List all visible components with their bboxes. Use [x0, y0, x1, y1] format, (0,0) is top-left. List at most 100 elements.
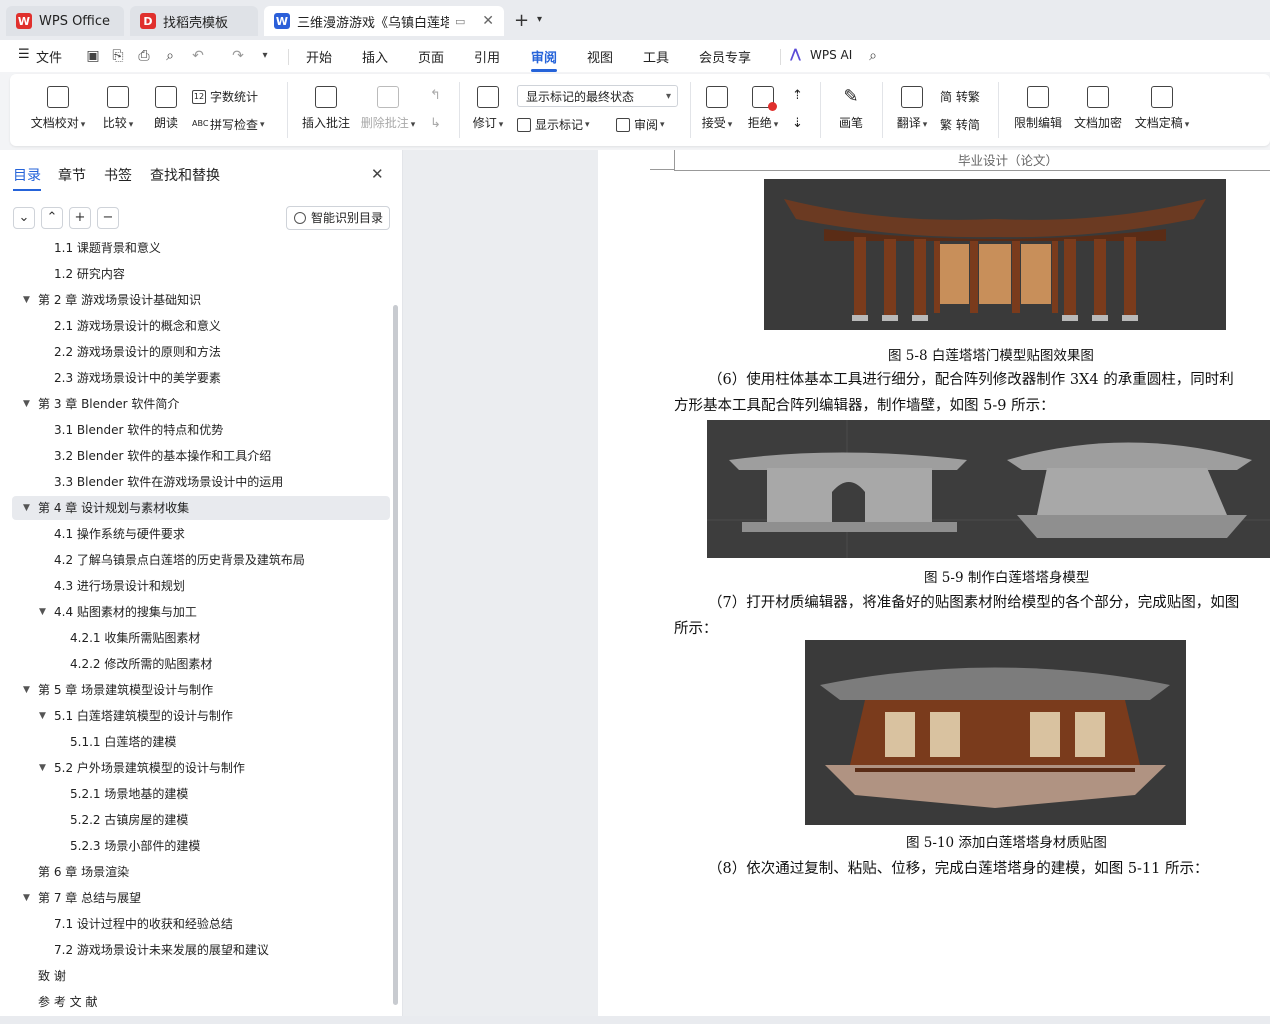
add-heading-button[interactable]: +	[69, 207, 91, 229]
close-icon[interactable]: ✕	[482, 13, 494, 29]
toc-item[interactable]: ▼ 5.2 户外场景建筑模型的设计与制作	[0, 756, 390, 780]
toc-item[interactable]: 4.3 进行场景设计和规划	[0, 574, 390, 598]
menu-member[interactable]: 会员专享	[699, 47, 751, 66]
search-icon[interactable]: ⌕	[865, 48, 881, 64]
toc-item[interactable]: 致 谢	[0, 964, 390, 988]
menu-page[interactable]: 页面	[418, 47, 444, 66]
menu-tools[interactable]: 工具	[643, 47, 669, 66]
menu-references[interactable]: 引用	[474, 47, 500, 66]
toc-item[interactable]: 1.1 课题背景和意义	[0, 242, 390, 260]
tab-wps-office[interactable]: W WPS Office	[6, 6, 124, 36]
reject-button[interactable]: 拒绝 ▾	[744, 86, 782, 131]
expand-toggle-icon[interactable]: ▼	[23, 678, 35, 702]
toc-item[interactable]: 5.2.1 场景地基的建模	[0, 782, 390, 806]
previous-comment-icon[interactable]: ↰	[430, 88, 441, 103]
smart-toc-button[interactable]: 智能识别目录	[286, 206, 390, 230]
remove-heading-button[interactable]: −	[97, 207, 119, 229]
document-page[interactable]: 毕业设计（论文） 图 5-8 白莲塔塔门模型贴图效果图 （6）使用柱体基本工具进…	[598, 150, 1270, 1016]
toc-item[interactable]: 1.2 研究内容	[0, 262, 390, 286]
menu-review[interactable]: 审阅	[531, 47, 558, 72]
toc-item[interactable]: 参 考 文 献	[0, 990, 390, 1014]
toc-item[interactable]: 2.1 游戏场景设计的概念和意义	[0, 314, 390, 338]
sidebar-tab-toc[interactable]: 目录	[13, 165, 41, 191]
new-tab-plus-icon[interactable]: +	[514, 10, 529, 31]
expand-all-button[interactable]: ⌄	[13, 207, 35, 229]
compare-button[interactable]: 比较 ▾	[96, 86, 140, 131]
toc-item[interactable]: 2.2 游戏场景设计的原则和方法	[0, 340, 390, 364]
toc-item[interactable]: 4.2 了解乌镇景点白莲塔的历史背景及建筑布局	[0, 548, 390, 572]
read-aloud-button[interactable]: 朗读	[148, 86, 184, 131]
toc-item[interactable]: ▼ 第 4 章 设计规划与素材收集	[12, 496, 390, 520]
toc-item[interactable]: 7.2 游戏场景设计未来发展的展望和建议	[0, 938, 390, 962]
sidebar-tab-sections[interactable]: 章节	[58, 165, 86, 185]
hamburger-icon[interactable]: ☰	[18, 47, 30, 62]
toc-item[interactable]: ▼ 第 7 章 总结与展望	[0, 886, 390, 910]
chevron-down-icon[interactable]: ▾	[537, 14, 542, 25]
insert-comment-button[interactable]: 插入批注	[298, 86, 354, 131]
word-count-button[interactable]: 12 字数统计	[192, 88, 258, 105]
doc-check-button[interactable]: 文档校对 ▾	[28, 86, 88, 131]
encrypt-button[interactable]: 文档加密	[1070, 86, 1126, 131]
tab-docer-templates[interactable]: D 找稻壳模板	[130, 6, 258, 36]
undo-icon[interactable]: ↶	[190, 48, 206, 64]
toc-item[interactable]: ▼ 第 2 章 游戏场景设计基础知识	[0, 288, 390, 312]
sidebar-tab-find-replace[interactable]: 查找和替换	[150, 165, 220, 185]
accept-button[interactable]: 接受 ▾	[698, 86, 736, 131]
toc-item[interactable]: ▼ 5.1 白莲塔建筑模型的设计与制作	[0, 704, 390, 728]
to-traditional-button[interactable]: 简 转繁	[940, 88, 980, 105]
redo-icon[interactable]: ↷	[230, 48, 246, 64]
toc-item[interactable]: 5.2.3 场景小部件的建模	[0, 834, 390, 858]
toc-item[interactable]: 第 6 章 场景渲染	[0, 860, 390, 884]
scrollbar[interactable]	[393, 305, 398, 1005]
save-icon[interactable]: ▣	[85, 48, 101, 64]
toc-item[interactable]: 7.1 设计过程中的收获和经验总结	[0, 912, 390, 936]
markup-state-select[interactable]: 显示标记的最终状态 ▾	[517, 85, 678, 107]
expand-toggle-icon[interactable]: ▼	[23, 886, 35, 910]
toc-item[interactable]: 5.2.2 古镇房屋的建模	[0, 808, 390, 832]
expand-toggle-icon[interactable]: ▼	[39, 600, 51, 624]
show-markup-button[interactable]: 显示标记 ▾	[517, 116, 590, 133]
toc-item[interactable]: 4.1 操作系统与硬件要求	[0, 522, 390, 546]
to-simplified-button[interactable]: 繁 转简	[940, 116, 980, 133]
expand-toggle-icon[interactable]: ▼	[39, 704, 51, 728]
toc-item[interactable]: 3.1 Blender 软件的特点和优势	[0, 418, 390, 442]
toc-item[interactable]: 2.3 游戏场景设计中的美学要素	[0, 366, 390, 390]
toc-item[interactable]: 4.2.1 收集所需贴图素材	[0, 626, 390, 650]
export-pdf-icon[interactable]: ⎘	[110, 48, 126, 64]
collapse-all-button[interactable]: ⌃	[41, 207, 63, 229]
print-preview-icon[interactable]: ⌕	[162, 48, 178, 64]
sidebar-tab-bookmarks[interactable]: 书签	[104, 165, 132, 185]
menu-wps-ai[interactable]: WPS AI	[810, 48, 852, 62]
pen-button[interactable]: ✎ 画笔	[832, 86, 870, 131]
menu-view[interactable]: 视图	[587, 47, 613, 66]
expand-toggle-icon[interactable]: ▼	[39, 756, 51, 780]
expand-toggle-icon[interactable]: ▼	[23, 288, 35, 312]
menu-file[interactable]: 文件	[36, 47, 62, 66]
toc-item[interactable]: ▼ 第 3 章 Blender 软件简介	[0, 392, 390, 416]
expand-toggle-icon[interactable]: ▼	[23, 496, 35, 520]
chevron-down-icon[interactable]: ▾	[257, 48, 273, 64]
toc-item[interactable]: 4.2.2 修改所需的贴图素材	[0, 652, 390, 676]
toc-item[interactable]: ▼ 第 5 章 场景建筑模型设计与制作	[0, 678, 390, 702]
button-label: 插入批注	[301, 116, 350, 130]
close-icon[interactable]: ✕	[371, 165, 384, 183]
menu-insert[interactable]: 插入	[362, 47, 388, 66]
expand-toggle-icon[interactable]: ▼	[23, 392, 35, 416]
tab-current-document[interactable]: W 三维漫游游戏《乌镇白莲塔》 ▭ ✕	[264, 6, 504, 36]
next-change-icon[interactable]: ⇣	[792, 116, 803, 131]
review-pane-button[interactable]: 审阅 ▾	[616, 116, 665, 133]
translate-button[interactable]: 翻译 ▾	[890, 86, 934, 131]
print-icon[interactable]: ⎙	[136, 48, 152, 64]
menu-home[interactable]: 开始	[306, 47, 332, 66]
delete-comment-button[interactable]: 删除批注 ▾	[358, 86, 418, 131]
next-comment-icon[interactable]: ↳	[430, 116, 441, 131]
track-changes-button[interactable]: 修订 ▾	[468, 86, 508, 131]
finalize-button[interactable]: 文档定稿 ▾	[1130, 86, 1194, 131]
toc-item[interactable]: ▼ 4.4 贴图素材的搜集与加工	[0, 600, 390, 624]
toc-item[interactable]: 3.3 Blender 软件在游戏场景设计中的运用	[0, 470, 390, 494]
toc-item[interactable]: 5.1.1 白莲塔的建模	[0, 730, 390, 754]
toc-item[interactable]: 3.2 Blender 软件的基本操作和工具介绍	[0, 444, 390, 468]
previous-change-icon[interactable]: ⇡	[792, 88, 803, 103]
spell-check-button[interactable]: ABC 拼写检查 ▾	[192, 116, 265, 133]
restrict-edit-button[interactable]: 限制编辑	[1010, 86, 1066, 131]
